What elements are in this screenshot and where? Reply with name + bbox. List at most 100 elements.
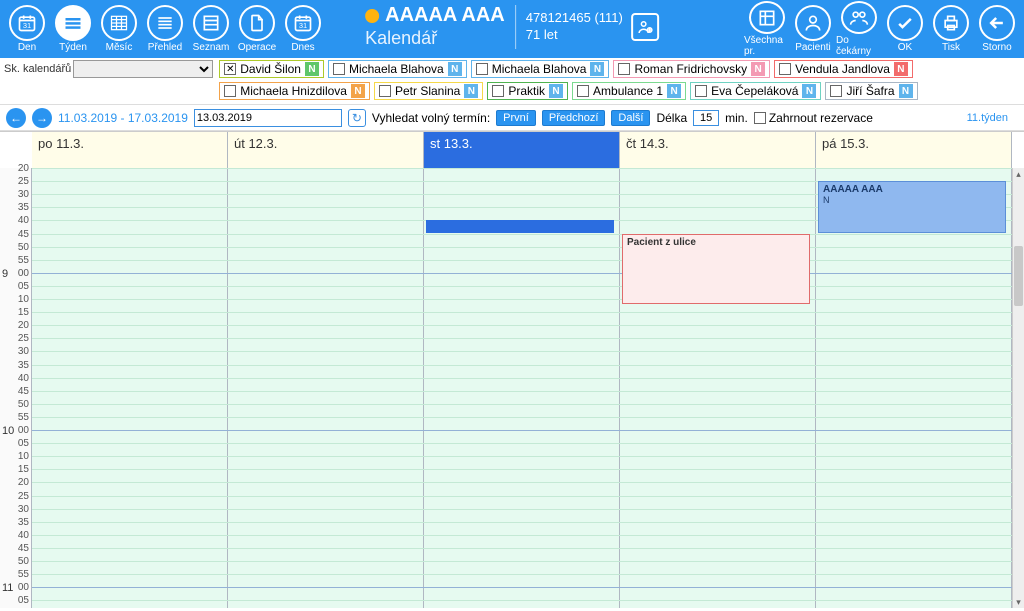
calendar-chips: ✕David ŠilonNMichaela BlahovaNMichaela B…	[219, 60, 1020, 100]
scroll-thumb[interactable]	[1014, 246, 1023, 306]
chip-label: Vendula Jandlova	[795, 62, 890, 76]
calendar-chip[interactable]: Roman FridrichovskyN	[613, 60, 770, 78]
toolbar-mesic-button[interactable]: Měsíc	[96, 1, 142, 57]
header-center: AAAAA AAA Kalendář 478121465 (111) 71 le…	[365, 4, 659, 49]
toolbar-prehled-button[interactable]: Přehled	[142, 1, 188, 57]
chip-label: Jiří Šafra	[846, 84, 894, 98]
chip-n-badge[interactable]: N	[667, 84, 681, 98]
chip-n-badge[interactable]: N	[751, 62, 765, 76]
chip-n-badge[interactable]: N	[448, 62, 462, 76]
minute-label: 15	[18, 464, 29, 475]
chip-checkbox[interactable]	[695, 85, 707, 97]
toolbar-label: Tisk	[942, 42, 960, 53]
chip-n-badge[interactable]: N	[802, 84, 816, 98]
first-slot-button[interactable]: První	[496, 110, 536, 126]
calendar-chip[interactable]: Eva ČepelákováN	[690, 82, 821, 100]
prev-slot-button[interactable]: Předchozí	[542, 110, 606, 126]
length-label: Délka	[656, 111, 687, 125]
day-header[interactable]: pá 15.3.	[816, 132, 1012, 168]
toolbar-label: Dnes	[291, 42, 314, 53]
calendar-group-select[interactable]	[73, 60, 213, 78]
minute-label: 35	[18, 517, 29, 528]
calendar-chip[interactable]: Ambulance 1N	[572, 82, 686, 100]
toolbar-vsechna-button[interactable]: Všechna pr.	[744, 1, 790, 57]
toolbar-label: Všechna pr.	[744, 35, 790, 57]
next-week-button[interactable]: →	[32, 108, 52, 128]
toolbar-den-button[interactable]: 31Den	[4, 1, 50, 57]
minute-label: 10	[18, 451, 29, 462]
day-header[interactable]: po 11.3.	[32, 132, 228, 168]
next-slot-button[interactable]: Další	[611, 110, 650, 126]
toolbar-seznam-button[interactable]: Seznam	[188, 1, 234, 57]
scroll-down-icon[interactable]: ▾	[1013, 596, 1024, 608]
calendar-chip[interactable]: ✕David ŠilonN	[219, 60, 324, 78]
chip-n-badge[interactable]: N	[590, 62, 604, 76]
minute-label: 40	[18, 215, 29, 226]
minute-label: 50	[18, 242, 29, 253]
minute-label: 30	[18, 504, 29, 515]
chip-checkbox[interactable]	[476, 63, 488, 75]
toolbar-storno-button[interactable]: Storno	[974, 1, 1020, 57]
length-input[interactable]	[693, 110, 719, 126]
refresh-button[interactable]: ↻	[348, 109, 366, 127]
calendar-chip[interactable]: Petr SlaninaN	[374, 82, 483, 100]
prev-week-button[interactable]: ←	[6, 108, 26, 128]
minute-label: 40	[18, 530, 29, 541]
toolbar-tisk-button[interactable]: Tisk	[928, 1, 974, 57]
minute-label: 35	[18, 360, 29, 371]
chip-checkbox[interactable]	[779, 63, 791, 75]
svg-text:31: 31	[23, 21, 31, 30]
toolbar-pacienti-button[interactable]: Pacienti	[790, 1, 836, 57]
chip-n-badge[interactable]: N	[464, 84, 478, 98]
calendar-chip[interactable]: Jiří Šafra N	[825, 82, 917, 100]
tyden-icon	[55, 5, 91, 41]
minute-label: 20	[18, 163, 29, 174]
chip-n-badge[interactable]: N	[899, 84, 913, 98]
chip-checkbox[interactable]: ✕	[224, 63, 236, 75]
chip-checkbox[interactable]	[224, 85, 236, 97]
calendar-chip[interactable]: PraktikN	[487, 82, 568, 100]
minute-label: 50	[18, 399, 29, 410]
chip-checkbox[interactable]	[492, 85, 504, 97]
minute-label: 10	[18, 294, 29, 305]
minute-label: 45	[18, 386, 29, 397]
minute-label: 25	[18, 333, 29, 344]
toolbar-left-group: 31DenTýdenMěsícPřehledSeznamOperace31Dne…	[4, 1, 326, 57]
find-slot-label: Vyhledat volný termín:	[372, 111, 490, 125]
calendar-chip[interactable]: Michaela BlahovaN	[471, 60, 610, 78]
chip-checkbox[interactable]	[577, 85, 589, 97]
chip-checkbox[interactable]	[333, 63, 345, 75]
calendar-event[interactable]: AAAAA AAAN	[818, 181, 1006, 233]
minute-label: 20	[18, 477, 29, 488]
chip-n-badge[interactable]: N	[305, 62, 319, 76]
chip-n-badge[interactable]: N	[894, 62, 908, 76]
grid-body[interactable]: Pacient z uliceAAAAA AAAN	[32, 168, 1012, 608]
toolbar-dnes-button[interactable]: 31Dnes	[280, 1, 326, 57]
day-header[interactable]: út 12.3.	[228, 132, 424, 168]
scroll-up-icon[interactable]: ▴	[1013, 168, 1024, 180]
calendar-chip[interactable]: Vendula Jandlova N	[774, 60, 913, 78]
calendar-nav-row: ← → 11.03.2019 - 17.03.2019 ↻ Vyhledat v…	[0, 105, 1024, 131]
calendar-chip[interactable]: Michaela HnizdilovaN	[219, 82, 370, 100]
chip-n-badge[interactable]: N	[351, 84, 365, 98]
toolbar-tyden-button[interactable]: Týden	[50, 1, 96, 57]
day-header[interactable]: čt 14.3.	[620, 132, 816, 168]
minute-label: 30	[18, 189, 29, 200]
toolbar-ok-button[interactable]: OK	[882, 1, 928, 57]
calendar-event[interactable]	[426, 220, 614, 233]
toolbar-operace-button[interactable]: Operace	[234, 1, 280, 57]
date-picker[interactable]	[194, 109, 342, 127]
chip-checkbox[interactable]	[830, 85, 842, 97]
patient-card-icon[interactable]	[631, 13, 659, 41]
day-header[interactable]: st 13.3.	[424, 132, 620, 168]
vertical-scrollbar[interactable]: ▴ ▾	[1012, 168, 1024, 608]
week-number: 11.týden	[967, 112, 1018, 124]
include-reservations-checkbox[interactable]	[754, 112, 766, 124]
calendar-chip[interactable]: Michaela BlahovaN	[328, 60, 467, 78]
calendar-event[interactable]: Pacient z ulice	[622, 234, 810, 305]
chip-checkbox[interactable]	[618, 63, 630, 75]
chip-n-badge[interactable]: N	[549, 84, 563, 98]
toolbar-label: Seznam	[193, 42, 230, 53]
toolbar-docekamy-button[interactable]: Do čekárny	[836, 1, 882, 57]
chip-checkbox[interactable]	[379, 85, 391, 97]
